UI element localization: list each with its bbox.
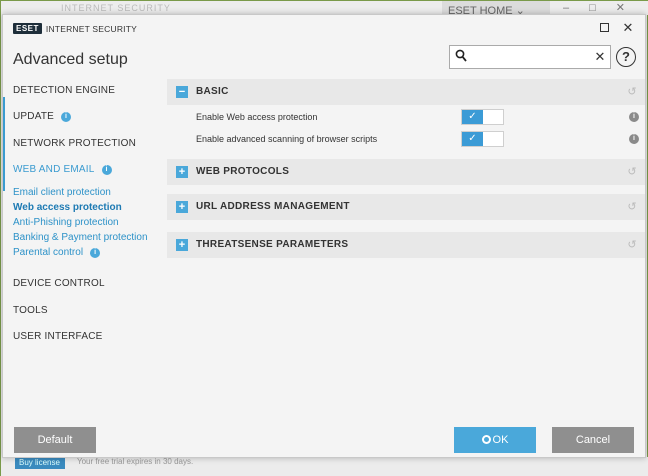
help-icon[interactable]: ?: [616, 47, 636, 67]
sidebar-item-label: DETECTION ENGINE: [13, 85, 116, 96]
background-window-controls: –□✕: [563, 2, 645, 14]
ok-button-label: OK: [492, 434, 509, 446]
dialog-titlebar: ESET INTERNET SECURITY ✕: [3, 15, 645, 41]
info-icon[interactable]: i: [629, 112, 639, 122]
sidebar-item-label: UPDATE: [13, 111, 55, 122]
default-button-label: Default: [37, 434, 73, 446]
sidebar-item-web-and-email[interactable]: WEB AND EMAIL i: [13, 164, 112, 175]
logo-brand: ESET: [13, 23, 42, 34]
revert-icon[interactable]: ↺: [625, 238, 639, 252]
section-web-protocols-header[interactable]: + WEB PROTOCOLS ↺: [167, 159, 645, 185]
search-icon: [455, 49, 467, 62]
checkmark-icon: ✓: [462, 110, 483, 124]
maximize-icon: [599, 23, 609, 32]
buy-license-button[interactable]: Buy license: [15, 457, 65, 469]
sidebar-subitem-label: Web access protection: [13, 202, 122, 213]
clear-search-icon[interactable]: ✕: [593, 48, 607, 66]
sidebar-subitem-anti-phishing-protection[interactable]: Anti-Phishing protection: [13, 217, 119, 228]
sidebar-subitem-label: Email client protection: [13, 187, 111, 198]
sidebar-item-update[interactable]: UPDATE i: [13, 111, 72, 122]
trial-text: Your free trial expires in 30 days.: [77, 457, 194, 466]
ok-button[interactable]: OK: [454, 427, 536, 453]
section-url-address-management-header[interactable]: + URL ADDRESS MANAGEMENT ↺: [167, 194, 645, 220]
setting-label: Enable Web access protection: [196, 112, 318, 122]
setting-row-advanced-script-scanning: Enable advanced scanning of browser scri…: [167, 129, 645, 151]
collapse-icon[interactable]: −: [176, 86, 188, 98]
sidebar-subitem-label: Banking & Payment protection: [13, 232, 148, 243]
sidebar-item-label: DEVICE CONTROL: [13, 278, 105, 289]
info-badge-icon: i: [101, 165, 112, 175]
setting-label: Enable advanced scanning of browser scri…: [196, 134, 378, 144]
checkmark-icon: ✓: [462, 132, 483, 146]
sidebar-item-label: NETWORK PROTECTION: [13, 138, 137, 149]
section-title: URL ADDRESS MANAGEMENT: [196, 201, 350, 212]
sidebar-item-detection-engine[interactable]: DETECTION ENGINE: [13, 85, 115, 96]
background-titlebar: INTERNET SECURITY: [1, 1, 648, 15]
page-title: Advanced setup: [13, 51, 128, 68]
active-section-indicator: [3, 97, 5, 191]
info-badge-icon: i: [90, 248, 101, 258]
sidebar-subitem-web-access-protection[interactable]: Web access protection: [13, 202, 122, 213]
sidebar-subitem-banking-payment-protection[interactable]: Banking & Payment protection: [13, 232, 148, 243]
sidebar-subitem-label: Anti-Phishing protection: [13, 217, 119, 228]
shield-icon: [481, 435, 491, 444]
eset-logo: ESET INTERNET SECURITY: [13, 23, 137, 34]
close-icon: ✕: [622, 20, 634, 35]
info-badge-icon: i: [61, 112, 72, 122]
sidebar-subitem-email-client-protection[interactable]: Email client protection: [13, 187, 111, 198]
section-threatsense-parameters-header[interactable]: + THREATSENSE PARAMETERS ↺: [167, 232, 645, 258]
sidebar-item-label: WEB AND EMAIL: [13, 164, 95, 175]
sidebar-item-tools[interactable]: TOOLS: [13, 305, 48, 316]
close-button[interactable]: ✕: [619, 20, 637, 36]
advanced-setup-dialog: ESET INTERNET SECURITY ✕ Advanced setup …: [2, 14, 646, 458]
info-icon[interactable]: i: [629, 134, 639, 144]
sidebar-item-label: TOOLS: [13, 305, 48, 316]
sidebar-item-user-interface[interactable]: USER INTERFACE: [13, 331, 102, 342]
sidebar-subitem-parental-control[interactable]: Parental control i: [13, 247, 101, 258]
sidebar-item-label: USER INTERFACE: [13, 331, 103, 342]
revert-icon[interactable]: ↺: [625, 200, 639, 214]
setting-row-web-access-protection: Enable Web access protection ✓ i: [167, 107, 645, 129]
section-title: BASIC: [196, 86, 229, 97]
expand-icon[interactable]: +: [176, 239, 188, 251]
search-box: ✕: [449, 45, 611, 69]
logo-product: INTERNET SECURITY: [45, 23, 137, 34]
expand-icon[interactable]: +: [176, 166, 188, 178]
revert-icon[interactable]: ↺: [625, 85, 639, 99]
section-title: THREATSENSE PARAMETERS: [196, 239, 349, 250]
section-basic-header[interactable]: − BASIC ↺: [167, 79, 645, 105]
section-title: WEB PROTOCOLS: [196, 166, 290, 177]
background-title: INTERNET SECURITY: [61, 3, 171, 13]
maximize-button[interactable]: [595, 20, 613, 36]
revert-icon[interactable]: ↺: [625, 165, 639, 179]
cancel-button-label: Cancel: [575, 434, 611, 446]
sidebar-item-network-protection[interactable]: NETWORK PROTECTION: [13, 138, 136, 149]
default-button[interactable]: Default: [14, 427, 96, 453]
search-input[interactable]: [472, 48, 592, 66]
advanced-script-scanning-toggle[interactable]: ✓: [461, 131, 504, 147]
expand-icon[interactable]: +: [176, 201, 188, 213]
sidebar-item-device-control[interactable]: DEVICE CONTROL: [13, 278, 105, 289]
web-access-protection-toggle[interactable]: ✓: [461, 109, 504, 125]
cancel-button[interactable]: Cancel: [552, 427, 634, 453]
sidebar-subitem-label: Parental control: [13, 247, 84, 258]
